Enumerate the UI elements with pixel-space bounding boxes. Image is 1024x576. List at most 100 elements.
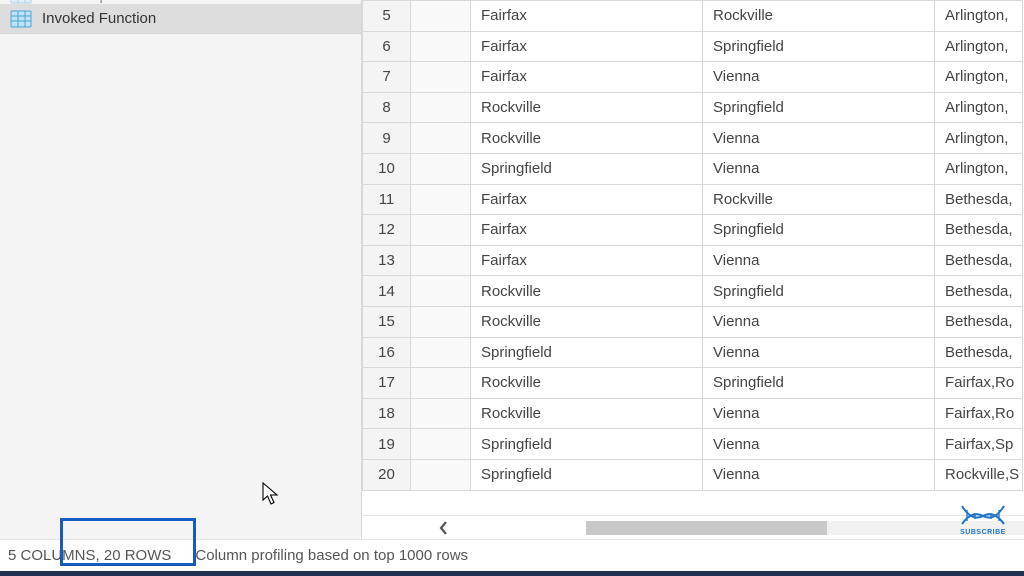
data-cell[interactable]: Vienna [703,306,935,337]
data-cell[interactable]: Rockville [703,184,935,215]
data-cell[interactable]: Fairfax,Sp [935,429,1023,460]
data-cell[interactable]: Springfield [471,459,703,490]
data-cell[interactable]: Fairfax [471,1,703,32]
data-cell[interactable]: Springfield [471,337,703,368]
table-row[interactable]: 7 FairfaxViennaArlington, [363,62,1023,93]
data-cell[interactable]: Arlington, [935,153,1023,184]
row-number-cell[interactable]: 8 [363,92,411,123]
data-cell[interactable]: Arlington, [935,92,1023,123]
row-number-cell[interactable]: 13 [363,245,411,276]
blank-cell[interactable] [411,245,471,276]
data-cell[interactable]: Bethesda, [935,215,1023,246]
data-cell[interactable]: Springfield [703,368,935,399]
row-number-cell[interactable]: 9 [363,123,411,154]
data-cell[interactable]: Springfield [703,276,935,307]
data-cell[interactable]: Springfield [703,31,935,62]
row-number-cell[interactable]: 15 [363,306,411,337]
query-item-invoked-function[interactable]: Invoked Function [0,4,361,34]
row-number-cell[interactable]: 18 [363,398,411,429]
data-cell[interactable]: Bethesda, [935,306,1023,337]
row-number-cell[interactable]: 5 [363,1,411,32]
blank-cell[interactable] [411,92,471,123]
data-cell[interactable]: Fairfax [471,245,703,276]
data-grid[interactable]: 5FairfaxRockvilleArlington,6FairfaxSprin… [362,0,1023,491]
data-cell[interactable]: Rockville [471,92,703,123]
data-cell[interactable]: Fairfax [471,184,703,215]
blank-cell[interactable] [411,123,471,154]
data-cell[interactable]: Rockville [471,398,703,429]
data-cell[interactable]: Springfield [703,92,935,123]
data-cell[interactable]: Vienna [703,245,935,276]
data-cell[interactable]: Vienna [703,398,935,429]
row-number-cell[interactable]: 7 [363,62,411,93]
row-number-cell[interactable]: 20 [363,459,411,490]
data-cell[interactable]: Vienna [703,123,935,154]
data-cell[interactable]: Rockville [471,123,703,154]
row-number-cell[interactable]: 11 [363,184,411,215]
row-number-cell[interactable]: 6 [363,31,411,62]
table-row[interactable]: 16 SpringfieldViennaBethesda, [363,337,1023,368]
blank-cell[interactable] [411,306,471,337]
data-cell[interactable]: Arlington, [935,62,1023,93]
table-row[interactable]: 19 SpringfieldViennaFairfax,Sp [363,429,1023,460]
row-number-cell[interactable]: 17 [363,368,411,399]
data-cell[interactable]: Arlington, [935,1,1023,32]
blank-cell[interactable] [411,215,471,246]
data-cell[interactable]: Vienna [703,429,935,460]
row-number-cell[interactable]: 12 [363,215,411,246]
table-row[interactable]: 9 RockvilleViennaArlington, [363,123,1023,154]
data-cell[interactable]: Bethesda, [935,245,1023,276]
blank-cell[interactable] [411,31,471,62]
data-cell[interactable]: Fairfax [471,215,703,246]
blank-cell[interactable] [411,337,471,368]
horizontal-scrollbar[interactable] [362,515,1024,539]
data-cell[interactable]: Rockville,S [935,459,1023,490]
scroll-thumb[interactable] [586,521,827,535]
data-cell[interactable]: Bethesda, [935,276,1023,307]
table-row[interactable]: 10 SpringfieldViennaArlington, [363,153,1023,184]
table-row[interactable]: 13 FairfaxViennaBethesda, [363,245,1023,276]
data-cell[interactable]: Arlington, [935,31,1023,62]
table-row[interactable]: 20 SpringfieldViennaRockville,S [363,459,1023,490]
data-cell[interactable]: Arlington, [935,123,1023,154]
scroll-track[interactable] [586,521,1024,535]
table-row[interactable]: 8 RockvilleSpringfieldArlington, [363,92,1023,123]
data-cell[interactable]: Vienna [703,459,935,490]
table-row[interactable]: 12 FairfaxSpringfieldBethesda, [363,215,1023,246]
table-row[interactable]: 17RockvilleSpringfieldFairfax,Ro [363,368,1023,399]
data-cell[interactable]: Bethesda, [935,184,1023,215]
table-row[interactable]: 11 FairfaxRockvilleBethesda, [363,184,1023,215]
data-cell[interactable]: Rockville [471,276,703,307]
data-cell[interactable]: Fairfax [471,62,703,93]
data-cell[interactable]: Vienna [703,153,935,184]
blank-cell[interactable] [411,429,471,460]
data-cell[interactable]: Fairfax [471,31,703,62]
blank-cell[interactable] [411,459,471,490]
blank-cell[interactable] [411,1,471,32]
data-cell[interactable]: Springfield [703,215,935,246]
blank-cell[interactable] [411,62,471,93]
data-cell[interactable]: Springfield [471,429,703,460]
row-number-cell[interactable]: 16 [363,337,411,368]
blank-cell[interactable] [411,398,471,429]
data-cell[interactable]: Fairfax,Ro [935,398,1023,429]
data-cell[interactable]: Vienna [703,337,935,368]
scroll-left-button[interactable] [432,517,456,539]
row-number-cell[interactable]: 19 [363,429,411,460]
table-row[interactable]: 18 RockvilleViennaFairfax,Ro [363,398,1023,429]
row-number-cell[interactable]: 10 [363,153,411,184]
table-row[interactable]: 14RockvilleSpringfieldBethesda, [363,276,1023,307]
data-cell[interactable]: Rockville [471,306,703,337]
table-row[interactable]: 5 FairfaxRockvilleArlington, [363,1,1023,32]
status-profiling[interactable]: Column profiling based on top 1000 rows [195,547,468,564]
table-row[interactable]: 15 RockvilleViennaBethesda, [363,306,1023,337]
blank-cell[interactable] [411,153,471,184]
data-cell[interactable]: Rockville [703,1,935,32]
blank-cell[interactable] [411,184,471,215]
data-cell[interactable]: Bethesda, [935,337,1023,368]
data-cell[interactable]: Springfield [471,153,703,184]
data-cell[interactable]: Vienna [703,62,935,93]
table-row[interactable]: 6 FairfaxSpringfieldArlington, [363,31,1023,62]
blank-cell[interactable] [411,368,471,399]
data-cell[interactable]: Rockville [471,368,703,399]
